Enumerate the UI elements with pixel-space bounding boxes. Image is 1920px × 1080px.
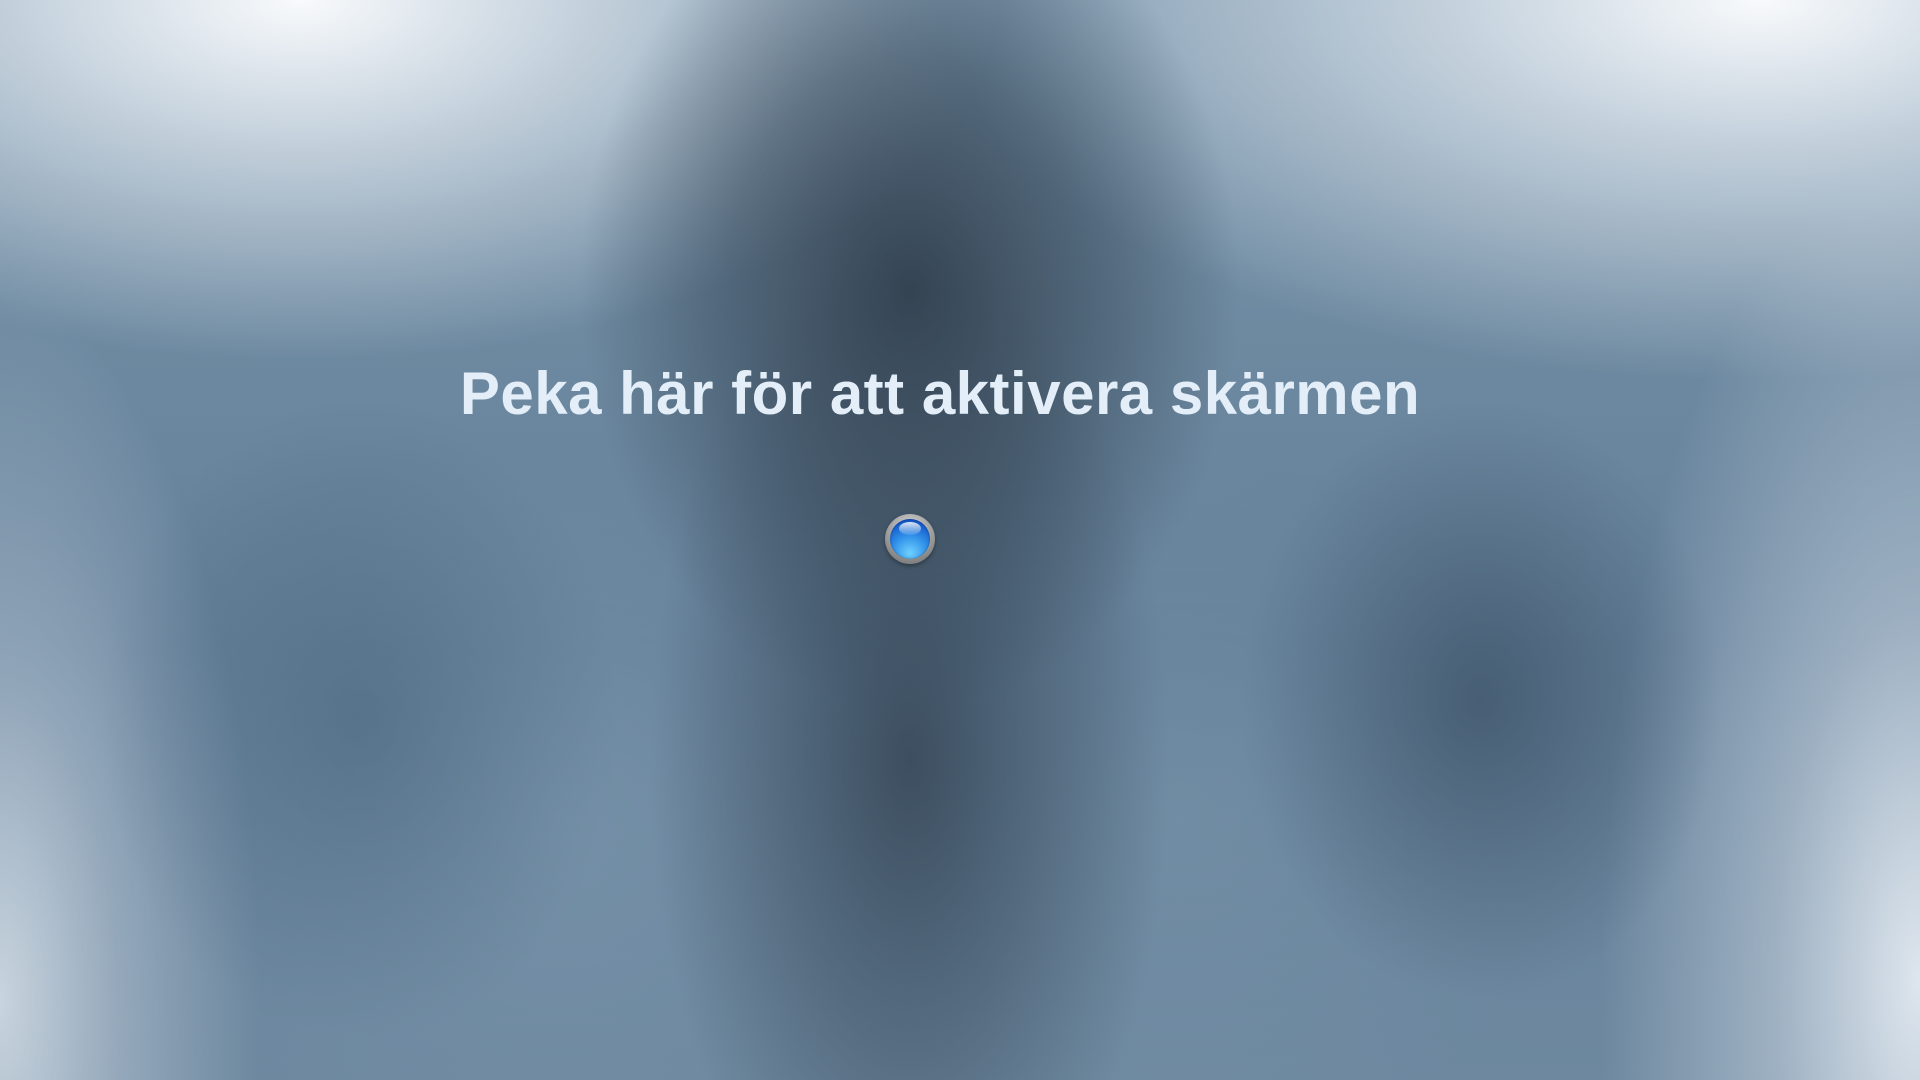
activate-screen-button[interactable]: [885, 514, 935, 564]
lock-screen[interactable]: Peka här för att aktivera skärmen: [0, 0, 1920, 1080]
activate-screen-prompt: Peka här för att aktivera skärmen: [459, 360, 1421, 427]
blue-orb-icon: [890, 519, 930, 559]
orb-highlight: [899, 522, 921, 535]
